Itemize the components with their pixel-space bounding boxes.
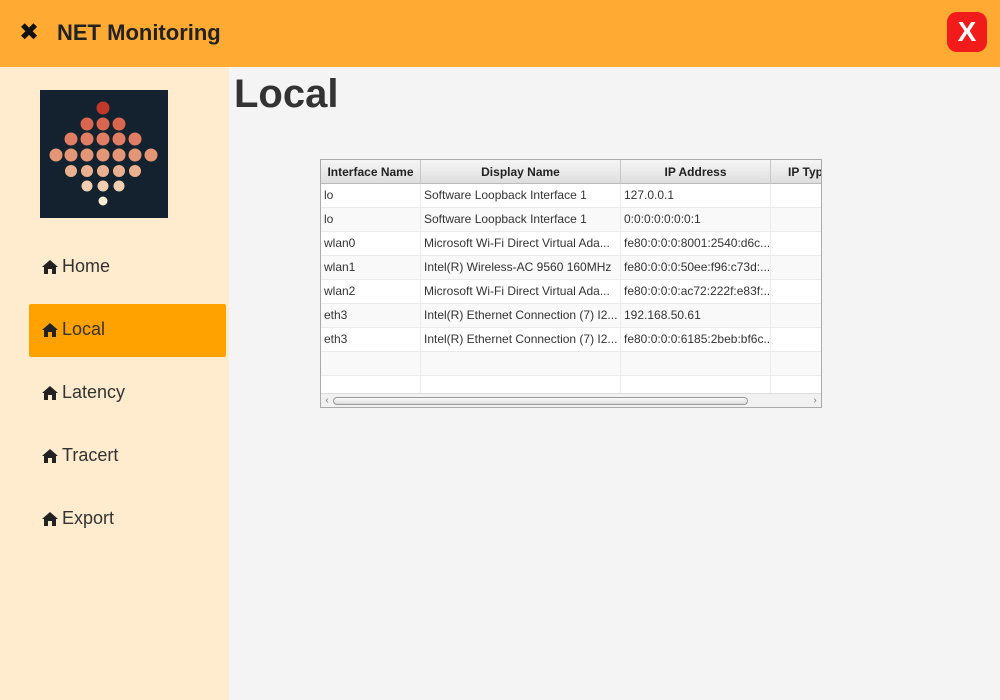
title-bar: ✖ NET Monitoring X (0, 0, 1000, 67)
page-title: Local (234, 72, 339, 116)
cell-display-name: Intel(R) Ethernet Connection (7) I2... (421, 328, 621, 352)
cell-display-name: Software Loopback Interface 1 (421, 208, 621, 232)
sidebar-item-label: Latency (62, 382, 126, 402)
cell-ip-address: fe80:0:0:0:8001:2540:d6c... (621, 232, 771, 256)
sidebar-item-label: Tracert (62, 445, 119, 465)
app-title: NET Monitoring (57, 20, 221, 45)
cell-ip-address: 127.0.0.1 (621, 184, 771, 208)
cell-interface-name: lo (321, 208, 421, 232)
app-logo (40, 90, 168, 218)
cell-display-name: Intel(R) Ethernet Connection (7) I2... (421, 304, 621, 328)
table-row[interactable] (321, 352, 821, 376)
cell-ip-address: fe80:0:0:0:6185:2beb:bf6c... (621, 328, 771, 352)
sidebar-item-local[interactable]: Local (29, 304, 226, 357)
sidebar-item-home[interactable]: Home (29, 241, 226, 294)
cell-interface-name: wlan0 (321, 232, 421, 256)
column-header-display-name[interactable]: Display Name (421, 160, 621, 184)
interfaces-table[interactable]: Interface Name Display Name IP Address I… (320, 159, 822, 408)
cell-ip-address: 192.168.50.61 (621, 304, 771, 328)
cell-ip-type (771, 352, 821, 376)
table-row[interactable]: lo Software Loopback Interface 1 0:0:0:0:0… (321, 208, 821, 232)
cell-display-name: Intel(R) Wireless-AC 9560 160MHz (421, 256, 621, 280)
cell-display-name: Microsoft Wi-Fi Direct Virtual Ada... (421, 280, 621, 304)
cell-ip-type (771, 328, 821, 352)
cell-ip-address: 0:0:0:0:0:0:0:1 (621, 208, 771, 232)
table-row[interactable]: lo Software Loopback Interface 1 127.0.0.1 (321, 184, 821, 208)
home-icon (42, 386, 58, 400)
cell-ip-address: fe80:0:0:0:50ee:f96:c73d:... (621, 256, 771, 280)
scrollbar-thumb[interactable] (333, 397, 748, 405)
home-icon (42, 323, 58, 337)
cell-ip-type (771, 232, 821, 256)
scroll-left-icon[interactable]: ‹ (321, 394, 333, 407)
sidebar-item-label: Local (62, 319, 106, 339)
cell-interface-name: lo (321, 184, 421, 208)
cell-display-name: Software Loopback Interface 1 (421, 184, 621, 208)
table-header: Interface Name Display Name IP Address I… (321, 160, 821, 184)
cell-ip-type (771, 304, 821, 328)
sidebar-item-tracert[interactable]: Tracert (29, 430, 226, 483)
table-row[interactable]: wlan1 Intel(R) Wireless-AC 9560 160MHz fe8… (321, 256, 821, 280)
home-icon (42, 260, 58, 274)
column-header-ip-type[interactable]: IP Typ (771, 160, 821, 184)
sidebar-item-latency[interactable]: Latency (29, 367, 226, 420)
home-icon (42, 512, 58, 526)
cell-display-name: Microsoft Wi-Fi Direct Virtual Ada... (421, 232, 621, 256)
sidebar-item-label: Home (62, 256, 111, 276)
cell-interface-name: wlan1 (321, 256, 421, 280)
sidebar-item-export[interactable]: Export (29, 493, 226, 546)
horizontal-scrollbar[interactable]: ‹ › (321, 393, 821, 407)
cell-interface-name (321, 352, 421, 376)
cell-ip-type (771, 208, 821, 232)
cell-interface-name: wlan2 (321, 280, 421, 304)
table-row[interactable]: eth3 Intel(R) Ethernet Connection (7) I2.… (321, 328, 821, 352)
table-row[interactable]: eth3 Intel(R) Ethernet Connection (7) I2.… (321, 304, 821, 328)
scroll-right-icon[interactable]: › (809, 394, 821, 407)
cell-ip-address (621, 352, 771, 376)
close-button[interactable]: X (947, 12, 987, 52)
cell-ip-type (771, 184, 821, 208)
column-header-interface-name[interactable]: Interface Name (321, 160, 421, 184)
cell-interface-name: eth3 (321, 328, 421, 352)
table-row[interactable]: wlan2 Microsoft Wi-Fi Direct Virtual Ada.… (321, 280, 821, 304)
home-icon (42, 449, 58, 463)
logo-dots-graphic (49, 101, 158, 206)
cell-interface-name: eth3 (321, 304, 421, 328)
sidebar: Home Local Latency Tracert Export (0, 67, 229, 700)
table-row[interactable]: wlan0 Microsoft Wi-Fi Direct Virtual Ada.… (321, 232, 821, 256)
cell-ip-type (771, 280, 821, 304)
cell-ip-address: fe80:0:0:0:ac72:222f:e83f:... (621, 280, 771, 304)
column-header-ip-address[interactable]: IP Address (621, 160, 771, 184)
cell-ip-type (771, 256, 821, 280)
cell-display-name (421, 352, 621, 376)
menu-close-icon[interactable]: ✖ (16, 18, 42, 48)
sidebar-item-label: Export (62, 508, 115, 528)
